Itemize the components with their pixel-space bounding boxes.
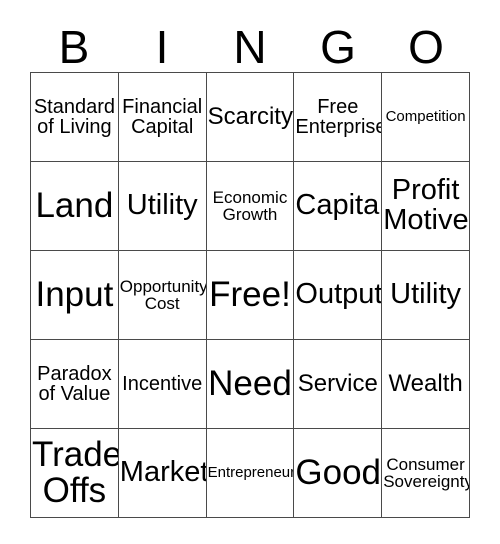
bingo-card: B I N G O Standard of Living Financial Ca…: [0, 0, 500, 544]
bingo-cell-label: Profit Motive: [383, 174, 469, 236]
bingo-cell-label: Financial Capital: [122, 95, 203, 138]
bingo-cell[interactable]: Capital: [294, 162, 383, 251]
bingo-cell-label: Capital: [295, 189, 383, 222]
bingo-cell-label: Consumer Sovereignty: [383, 454, 470, 491]
bingo-cell-label: Opportunity Cost: [119, 276, 207, 313]
bingo-cell-label: Wealth: [388, 369, 463, 397]
header-letter-n: N: [233, 21, 267, 73]
bingo-header: B I N G O: [30, 14, 470, 72]
header-letter-b: B: [58, 21, 90, 73]
bingo-cell-label: Standard of Living: [33, 95, 115, 138]
bingo-cell-free-space[interactable]: Free!: [206, 251, 295, 340]
bingo-cell[interactable]: Good: [294, 429, 383, 518]
bingo-cell[interactable]: Utility: [382, 251, 470, 340]
bingo-cell-label: Utility: [390, 278, 462, 311]
bingo-cell[interactable]: Trade- Offs: [31, 429, 119, 518]
bingo-cell-label: Trade- Offs: [32, 435, 118, 510]
bingo-cell-label: Paradox of Value: [37, 362, 112, 405]
bingo-cell-label: Incentive: [122, 372, 203, 395]
bingo-cell-label: Service: [297, 369, 378, 397]
bingo-cell-label: Competition: [385, 108, 466, 126]
bingo-cell[interactable]: Entrepreneur: [206, 429, 295, 518]
bingo-cell[interactable]: Land: [31, 162, 119, 251]
bingo-cell[interactable]: Utility: [118, 162, 207, 251]
bingo-cell-label: Need: [208, 364, 292, 404]
bingo-cell-label: Economic Growth: [212, 187, 288, 224]
bingo-cell[interactable]: Market: [118, 429, 207, 518]
bingo-cell-label: Market: [119, 456, 207, 489]
bingo-cell[interactable]: Need: [206, 340, 295, 429]
bingo-cell[interactable]: Profit Motive: [382, 162, 470, 251]
bingo-cell-label: Free!: [209, 275, 291, 315]
bingo-cell-label: Scarcity: [207, 102, 293, 130]
bingo-cell-label: Free Enterprise: [295, 95, 383, 138]
bingo-cell[interactable]: Competition: [382, 73, 470, 162]
bingo-cell[interactable]: Input: [31, 251, 119, 340]
bingo-cell[interactable]: Service: [294, 340, 383, 429]
bingo-cell[interactable]: Wealth: [382, 340, 470, 429]
bingo-cell[interactable]: Output: [294, 251, 383, 340]
bingo-cell[interactable]: Consumer Sovereignty: [382, 429, 470, 518]
header-letter-g: G: [320, 21, 356, 73]
bingo-cell-label: Output: [295, 278, 383, 311]
bingo-cell[interactable]: Paradox of Value: [31, 340, 119, 429]
bingo-cell[interactable]: Free Enterprise: [294, 73, 383, 162]
bingo-cell-label: Land: [35, 186, 114, 226]
header-letter-i: I: [155, 21, 169, 73]
bingo-cell[interactable]: Incentive: [118, 340, 207, 429]
bingo-cell-label: Input: [35, 275, 114, 315]
bingo-cell-label: Good: [295, 453, 382, 493]
bingo-cell[interactable]: Scarcity: [206, 73, 295, 162]
bingo-cell[interactable]: Economic Growth: [206, 162, 295, 251]
bingo-cell[interactable]: Financial Capital: [118, 73, 207, 162]
bingo-cell-label: Entrepreneur: [207, 464, 295, 482]
bingo-cell-label: Utility: [126, 189, 198, 222]
bingo-cell[interactable]: Standard of Living: [31, 73, 119, 162]
bingo-cell[interactable]: Opportunity Cost: [118, 251, 207, 340]
header-letter-o: O: [408, 21, 444, 73]
bingo-grid: Standard of Living Financial Capital Scarc…: [30, 72, 470, 518]
